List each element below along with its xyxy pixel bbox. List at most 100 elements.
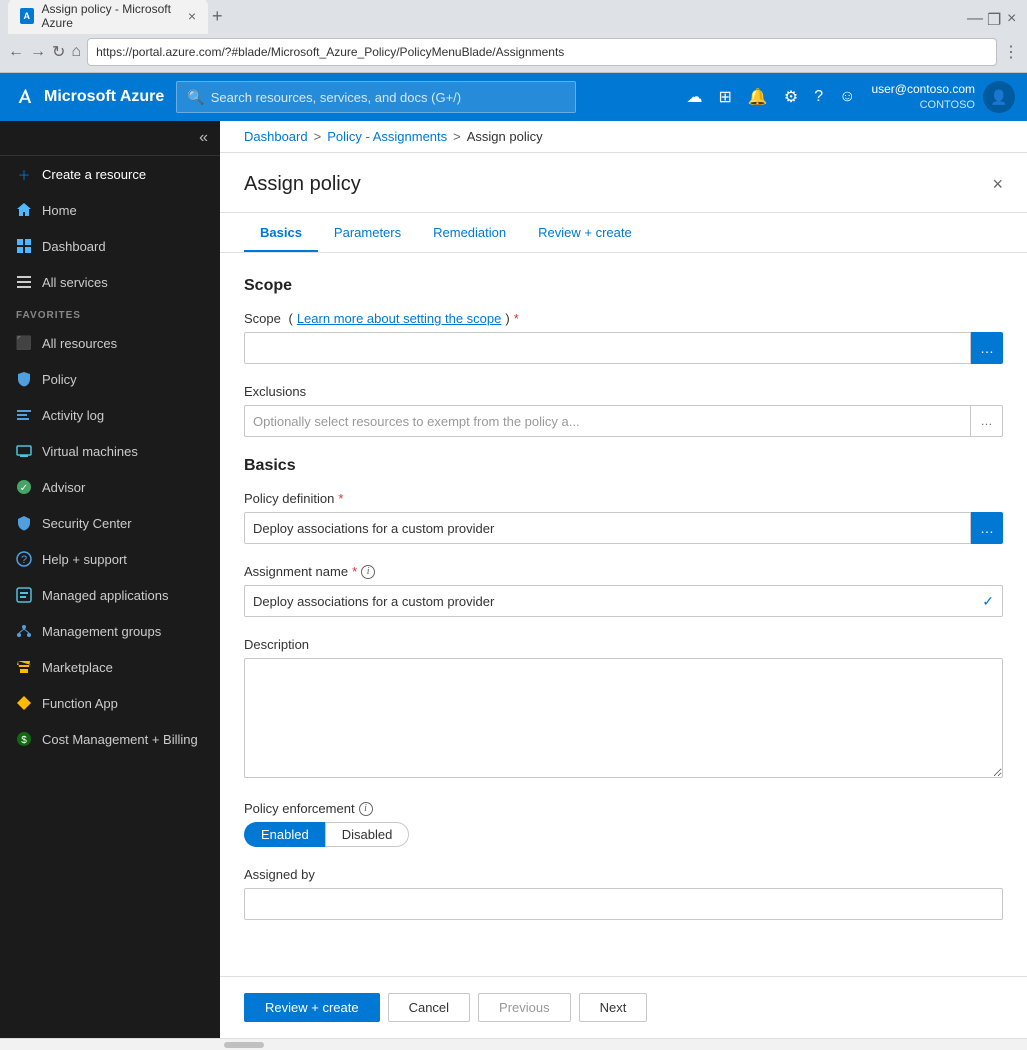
- refresh-button[interactable]: ↻: [52, 42, 65, 62]
- feedback-icon[interactable]: ☺: [839, 88, 855, 106]
- scope-input[interactable]: [244, 332, 971, 364]
- enforcement-disabled-button[interactable]: Disabled: [325, 822, 410, 847]
- assigned-by-input[interactable]: [244, 888, 1003, 920]
- sidebar-item-policy[interactable]: Policy: [0, 361, 220, 397]
- scope-label: Scope ( Learn more about setting the sco…: [244, 311, 1003, 326]
- sidebar-item-create-resource[interactable]: ＋ Create a resource: [0, 156, 220, 192]
- cancel-button[interactable]: Cancel: [388, 993, 470, 1022]
- sidebar-item-managed-applications[interactable]: Managed applications: [0, 577, 220, 613]
- all-services-icon: [16, 274, 32, 290]
- azure-logo[interactable]: Microsoft Azure: [12, 85, 164, 109]
- cloud-shell-icon[interactable]: ☁: [687, 87, 703, 107]
- settings-icon[interactable]: ⚙: [784, 87, 798, 107]
- assignment-name-info-icon[interactable]: i: [361, 565, 375, 579]
- dashboard-icon: [16, 238, 32, 254]
- function-app-icon: [16, 695, 32, 711]
- sidebar-item-all-resources[interactable]: ⬛ All resources: [0, 325, 220, 361]
- policy-definition-select[interactable]: Deploy associations for a custom provide…: [244, 512, 971, 544]
- breadcrumb-sep-2: >: [453, 129, 461, 144]
- policy-enforcement-field: Policy enforcement i Enabled Disabled: [244, 801, 1003, 847]
- tab-parameters[interactable]: Parameters: [318, 213, 417, 252]
- sidebar-item-advisor[interactable]: ✓ Advisor: [0, 469, 220, 505]
- tab-remediation[interactable]: Remediation: [417, 213, 522, 252]
- sidebar-item-all-services[interactable]: All services: [0, 264, 220, 300]
- sidebar-item-activity-log[interactable]: Activity log: [0, 397, 220, 433]
- activity-log-icon: [16, 407, 32, 423]
- form-content: Scope Scope ( Learn more about setting t…: [220, 253, 1027, 976]
- browser-tab[interactable]: A Assign policy - Microsoft Azure ×: [8, 0, 208, 34]
- azure-favicon: A: [20, 8, 34, 24]
- sidebar-item-virtual-machines[interactable]: Virtual machines: [0, 433, 220, 469]
- sidebar-item-help-support[interactable]: ? Help + support: [0, 541, 220, 577]
- exclusions-browse-button[interactable]: …: [971, 405, 1003, 437]
- security-center-label: Security Center: [42, 516, 132, 531]
- policy-definition-browse-button[interactable]: …: [971, 512, 1003, 544]
- home-label: Home: [42, 203, 77, 218]
- all-services-label: All services: [42, 275, 108, 290]
- panel-close-button[interactable]: ×: [992, 174, 1003, 195]
- review-create-button[interactable]: Review + create: [244, 993, 380, 1022]
- back-button[interactable]: ←: [8, 43, 24, 61]
- user-avatar[interactable]: 👤: [983, 81, 1015, 113]
- forward-button[interactable]: →: [30, 43, 46, 61]
- managed-applications-label: Managed applications: [42, 588, 168, 603]
- panel-footer: Review + create Cancel Previous Next: [220, 976, 1027, 1038]
- tabs: Basics Parameters Remediation Review + c…: [220, 213, 1027, 253]
- all-resources-label: All resources: [42, 336, 117, 351]
- help-icon[interactable]: ?: [814, 88, 823, 106]
- virtual-machines-icon: [16, 443, 32, 459]
- panel-title: Assign policy: [244, 173, 361, 196]
- user-menu[interactable]: user@contoso.com CONTOSO 👤: [871, 81, 1015, 113]
- description-textarea[interactable]: [244, 658, 1003, 778]
- close-window-button[interactable]: ×: [1007, 10, 1019, 22]
- address-input[interactable]: [87, 38, 997, 66]
- assignment-name-value: Deploy associations for a custom provide…: [253, 594, 494, 609]
- description-label: Description: [244, 637, 1003, 652]
- new-tab-button[interactable]: +: [212, 6, 223, 27]
- enforcement-enabled-button[interactable]: Enabled: [244, 822, 325, 847]
- policy-definition-label: Policy definition *: [244, 491, 1003, 506]
- azure-search[interactable]: 🔍 Search resources, services, and docs (…: [176, 81, 576, 113]
- svg-text:?: ?: [21, 554, 27, 566]
- managed-applications-icon: [16, 587, 32, 603]
- virtual-machines-label: Virtual machines: [42, 444, 138, 459]
- azure-logo-icon: [12, 85, 36, 109]
- sidebar-item-dashboard[interactable]: Dashboard: [0, 228, 220, 264]
- activity-log-label: Activity log: [42, 408, 104, 423]
- sidebar-item-security-center[interactable]: Security Center: [0, 505, 220, 541]
- tab-title: Assign policy - Microsoft Azure: [42, 2, 180, 30]
- policy-definition-input-group: Deploy associations for a custom provide…: [244, 512, 1003, 544]
- scope-browse-button[interactable]: …: [971, 332, 1003, 364]
- browser-menu-button[interactable]: ⋮: [1003, 42, 1019, 62]
- assignment-name-check-icon: ✓: [982, 593, 994, 610]
- tab-close-button[interactable]: ×: [188, 8, 196, 24]
- breadcrumb: Dashboard > Policy - Assignments > Assig…: [220, 121, 1027, 153]
- sidebar-item-home[interactable]: Home: [0, 192, 220, 228]
- breadcrumb-current: Assign policy: [467, 129, 543, 144]
- svg-text:$: $: [21, 735, 27, 746]
- next-button[interactable]: Next: [579, 993, 648, 1022]
- scope-field: Scope ( Learn more about setting the sco…: [244, 311, 1003, 364]
- tab-review-create[interactable]: Review + create: [522, 213, 648, 252]
- notifications-icon[interactable]: 🔔: [748, 87, 768, 107]
- breadcrumb-policy-assignments[interactable]: Policy - Assignments: [327, 129, 447, 144]
- minimize-button[interactable]: —: [967, 10, 979, 22]
- sidebar-item-cost-management[interactable]: $ Cost Management + Billing: [0, 721, 220, 757]
- directory-icon[interactable]: ⊞: [719, 87, 732, 107]
- home-button[interactable]: ⌂: [71, 43, 81, 61]
- azure-header: Microsoft Azure 🔍 Search resources, serv…: [0, 73, 1027, 121]
- breadcrumb-dashboard[interactable]: Dashboard: [244, 129, 308, 144]
- collapse-button[interactable]: «: [199, 129, 208, 147]
- description-field: Description: [244, 637, 1003, 781]
- sidebar-item-management-groups[interactable]: Management groups: [0, 613, 220, 649]
- exclusions-input[interactable]: Optionally select resources to exempt fr…: [244, 405, 971, 437]
- sidebar-item-function-app[interactable]: Function App: [0, 685, 220, 721]
- tab-basics[interactable]: Basics: [244, 213, 318, 252]
- sidebar-item-marketplace[interactable]: Marketplace: [0, 649, 220, 685]
- scroll-thumb[interactable]: [224, 1042, 264, 1048]
- policy-enforcement-info-icon[interactable]: i: [359, 802, 373, 816]
- policy-enforcement-label: Policy enforcement i: [244, 801, 1003, 816]
- management-groups-icon: [16, 623, 32, 639]
- maximize-button[interactable]: ❐: [987, 10, 999, 22]
- scope-learn-more-link[interactable]: Learn more about setting the scope: [297, 311, 502, 326]
